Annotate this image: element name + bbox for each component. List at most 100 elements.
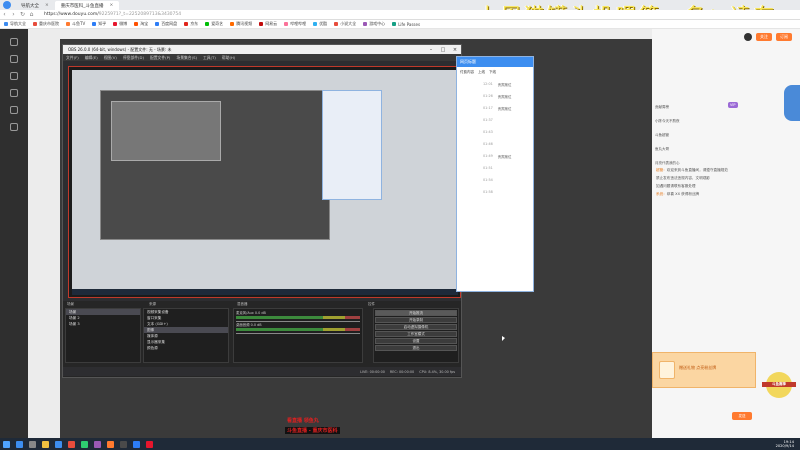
obs-menu-item[interactable]: 帮助(H) [222, 55, 235, 61]
taskbar-app-icon[interactable] [42, 440, 49, 448]
obs-preview[interactable] [68, 66, 461, 298]
taskbar-app-icon[interactable] [120, 440, 127, 448]
volume-slider[interactable] [236, 333, 360, 334]
bookmark-item[interactable]: 斗鱼TV [66, 21, 85, 27]
obs-window[interactable]: OBS 26.0.0 (64-bit, windows) - 配置文件: 无 -… [62, 44, 462, 378]
taskbar-app-icon[interactable] [16, 440, 23, 448]
bookmark-item[interactable]: 优酷 [313, 21, 327, 27]
forward-icon[interactable]: › [9, 11, 18, 18]
refresh-icon[interactable]: ↻ [18, 11, 27, 18]
nested-blue-panel [322, 90, 382, 200]
mascot-banner[interactable] [784, 85, 800, 121]
list-item[interactable]: 01:51 [457, 162, 533, 174]
source-item[interactable]: 颜色源 [144, 345, 228, 351]
follow-button[interactable]: 关注 [756, 33, 772, 41]
send-button[interactable]: 发送 [732, 412, 752, 420]
obs-menu-item[interactable]: 视图(V) [104, 55, 117, 61]
rank-row[interactable]: 小陈今天不熬夜 [655, 118, 755, 124]
list-item[interactable]: 01:37 [457, 114, 533, 126]
list-item[interactable]: 01:46 [457, 138, 533, 150]
rail-game-icon[interactable] [10, 89, 18, 97]
taskbar-app-icon[interactable] [94, 440, 101, 448]
panel-tab[interactable]: 上线 [478, 70, 485, 75]
bookmark-item[interactable]: 重庆市医院 [33, 21, 59, 27]
control-button[interactable]: 开始录制 [375, 317, 457, 323]
obs-menu-item[interactable]: 停靠部件(D) [123, 55, 144, 61]
tab-navigation[interactable]: 导航大全 × [15, 1, 55, 10]
list-item[interactable]: 01:58 [457, 186, 533, 198]
rank-row[interactable]: 贡献周榜 [655, 104, 755, 110]
cpu-status: CPU: 8.4%, 30.00 fps [419, 369, 455, 374]
subscribe-button[interactable]: 订阅 [776, 33, 792, 41]
close-icon[interactable]: × [449, 47, 461, 53]
list-item[interactable]: 12:01 贵宾席位 [457, 78, 533, 90]
gift-banner[interactable]: 赠送礼物 点亮粉丝牌 [652, 352, 756, 388]
bookmark-item[interactable]: 腾讯视频 [230, 21, 252, 27]
rank-row[interactable]: 鱼丸大哥 [655, 146, 755, 152]
bookmark-item[interactable]: 知乎 [92, 21, 106, 27]
obs-menu-item[interactable]: 编辑(E) [85, 55, 98, 61]
bookmark-item[interactable]: 百度网盘 [155, 21, 177, 27]
taskbar-app-icon[interactable] [133, 440, 140, 448]
home-icon[interactable]: ⌂ [27, 11, 36, 18]
mixer-channel[interactable]: 麦克风/Aux 0.0 dB [234, 309, 362, 322]
taskbar-app-icon[interactable] [81, 440, 88, 448]
bookmark-item[interactable]: 京东 [184, 21, 198, 27]
bookmark-item[interactable]: 爱奇艺 [205, 21, 223, 27]
obs-menu-item[interactable]: 文件(F) [66, 55, 79, 61]
back-icon[interactable]: ‹ [0, 11, 9, 18]
tab-douyu[interactable]: 重庆市医科_斗鱼直播 × [54, 1, 120, 10]
obs-menu-item[interactable]: 配置文件(P) [150, 55, 170, 61]
control-button[interactable]: 设置 [375, 338, 457, 344]
panel-tab[interactable]: 下线 [489, 70, 496, 75]
controls-panel: 开始推流 开始录制 启动虚拟摄像机 工作室模式 设置 退出 [373, 308, 459, 363]
rail-video-icon[interactable] [10, 106, 18, 114]
bookmark-item[interactable]: 淘宝 [134, 21, 148, 27]
anchor-avatar[interactable] [744, 33, 752, 41]
scene-item[interactable]: 场景 3 [66, 321, 140, 327]
bookmark-item[interactable]: 网易云 [259, 21, 277, 27]
rank-row[interactable]: 月亮代表我的心 [655, 160, 755, 166]
control-button[interactable]: 启动虚拟摄像机 [375, 324, 457, 330]
bookmark-item[interactable]: 导航大全 [4, 21, 26, 27]
rail-shop-icon[interactable] [10, 123, 18, 131]
obs-menu-item[interactable]: 工具(T) [203, 55, 216, 61]
close-icon[interactable]: × [110, 3, 114, 8]
maximize-icon[interactable]: □ [437, 47, 449, 53]
taskbar-app-icon[interactable] [107, 440, 114, 448]
bookmark-item[interactable]: 游戏中心 [363, 21, 385, 27]
url-field[interactable]: https://www.douyu.com/9225971?_t=2252089… [44, 12, 181, 17]
taskbar-app-icon[interactable] [29, 440, 36, 448]
taskbar-app-icon[interactable] [55, 440, 62, 448]
taskbar-clock[interactable]: 19:14 2020/9/14 [776, 440, 794, 449]
bookmark-item[interactable]: 哔哩哔哩 [284, 21, 306, 27]
rank-row[interactable]: 斗鱼超管 [655, 132, 755, 138]
taskbar-app-icon[interactable] [68, 440, 75, 448]
list-item[interactable]: 01:49 贵宾席位 [457, 150, 533, 162]
bookmark-item[interactable]: 小说大全 [334, 21, 356, 27]
chat-user[interactable]: 系统： [656, 192, 667, 196]
mixer-channel[interactable]: 桌面音频 0.0 dB [234, 321, 362, 334]
bookmark-item[interactable]: Life Passes [392, 22, 420, 27]
control-button[interactable]: 工作室模式 [375, 331, 457, 337]
close-icon[interactable]: × [45, 3, 49, 8]
minimize-icon[interactable]: – [425, 47, 437, 53]
list-item[interactable]: 01:17 贵宾席位 [457, 102, 533, 114]
list-item[interactable]: 01:54 [457, 174, 533, 186]
rail-category-icon[interactable] [10, 72, 18, 80]
bookmark-favicon-icon [155, 22, 160, 26]
bookmark-item[interactable]: 微博 [113, 21, 127, 27]
rail-home-icon[interactable] [10, 38, 18, 46]
taskbar-app-icon[interactable] [146, 440, 153, 448]
list-item[interactable]: 01:26 贵宾席位 [457, 90, 533, 102]
chat-user[interactable]: 超管： [656, 168, 667, 172]
control-button[interactable]: 开始推流 [375, 310, 457, 316]
floating-list-panel[interactable]: 网页标题 付费内容 上线 下线 12:01 贵宾席位 01:26 贵宾席位 01:17 贵宾席… [456, 56, 534, 292]
rail-follow-icon[interactable] [10, 55, 18, 63]
obs-menu-item[interactable]: 场景集合(S) [176, 55, 197, 61]
panel-tab[interactable]: 付费内容 [460, 70, 474, 75]
control-button[interactable]: 退出 [375, 345, 457, 351]
season-mascot[interactable]: 斗鱼赛季 [762, 372, 796, 398]
list-item[interactable]: 01:43 [457, 126, 533, 138]
start-windows-icon[interactable] [3, 440, 10, 448]
